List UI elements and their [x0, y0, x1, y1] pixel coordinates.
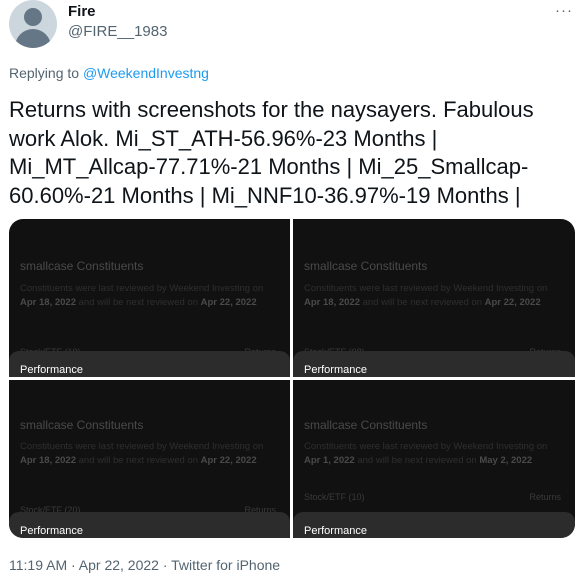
performance-label: Performance — [20, 364, 83, 376]
more-horizontal-icon[interactable]: ··· — [555, 2, 573, 19]
performance-panel: Performance — [293, 351, 575, 377]
media-image[interactable]: smallcase Constituents Constituents were… — [293, 380, 575, 538]
desc-mid: and will be next reviewed on — [78, 297, 198, 308]
performance-panel: Performance — [9, 351, 290, 377]
media-description: Constituents were last reviewed by Weeke… — [304, 440, 566, 468]
author-handle[interactable]: @FIRE__1983 — [68, 23, 167, 40]
last-review-date: Apr 18, 2022 — [20, 455, 76, 466]
media-title: smallcase Constituents — [20, 418, 144, 432]
tweet-line: Returns with screenshots for the naysaye… — [9, 97, 534, 122]
reply-mention-link[interactable]: @WeekendInvestng — [83, 65, 209, 81]
last-review-date: Apr 18, 2022 — [20, 297, 76, 308]
next-review-date: Apr 22, 2022 — [200, 455, 257, 466]
desc-prefix: Constituents were last reviewed by Weeke… — [304, 441, 548, 452]
media-title: smallcase Constituents — [304, 259, 428, 273]
performance-panel: Performance — [9, 512, 290, 538]
media-image[interactable]: smallcase Constituents Constituents were… — [9, 219, 290, 377]
returns-label: Returns — [529, 492, 561, 502]
next-review-date: Apr 22, 2022 — [484, 297, 541, 308]
tweet-line: 60.60%-21 Months | Mi_NNF10-36.97%-19 Mo… — [9, 182, 521, 208]
last-review-date: Apr 18, 2022 — [304, 297, 360, 308]
media-title: smallcase Constituents — [304, 418, 428, 432]
tweet-text: Returns with screenshots for the naysaye… — [9, 96, 575, 210]
media-description: Constituents were last reviewed by Weeke… — [20, 282, 282, 310]
tweet-line: Mi_MT_Allcap-77.71%-21 Months | Mi_25_Sm… — [9, 154, 529, 179]
replying-prefix: Replying to — [9, 65, 80, 81]
desc-mid: and will be next reviewed on — [362, 297, 482, 308]
author-name[interactable]: Fire — [68, 3, 96, 20]
tweet-timestamp[interactable]: 11:19 AM · Apr 22, 2022 · Twitter for iP… — [9, 557, 280, 573]
media-description: Constituents were last reviewed by Weeke… — [304, 282, 566, 310]
desc-prefix: Constituents were last reviewed by Weeke… — [304, 283, 548, 294]
avatar-body-shape — [15, 29, 51, 48]
media-image[interactable]: smallcase Constituents Constituents were… — [293, 219, 575, 377]
media-grid: smallcase Constituents Constituents were… — [9, 219, 575, 538]
desc-mid: and will be next reviewed on — [357, 455, 477, 466]
performance-label: Performance — [304, 364, 367, 376]
next-review-date: May 2, 2022 — [479, 455, 533, 466]
avatar[interactable] — [9, 0, 57, 48]
performance-panel: Performance — [293, 512, 575, 538]
replying-to: Replying to @WeekendInvestng — [9, 65, 209, 81]
tweet-line: work Alok. Mi_ST_ATH-56.96%-23 Months | — [9, 125, 438, 151]
performance-label: Performance — [304, 525, 367, 537]
media-image[interactable]: smallcase Constituents Constituents were… — [9, 380, 290, 538]
last-review-date: Apr 1, 2022 — [304, 455, 355, 466]
desc-mid: and will be next reviewed on — [78, 455, 198, 466]
media-description: Constituents were last reviewed by Weeke… — [20, 440, 282, 468]
media-title: smallcase Constituents — [20, 259, 144, 273]
avatar-head-shape — [24, 8, 42, 26]
desc-prefix: Constituents were last reviewed by Weeke… — [20, 283, 264, 294]
stock-label: Stock/ETF (10) — [304, 492, 365, 502]
performance-label: Performance — [20, 525, 83, 537]
next-review-date: Apr 22, 2022 — [200, 297, 257, 308]
desc-prefix: Constituents were last reviewed by Weeke… — [20, 441, 264, 452]
